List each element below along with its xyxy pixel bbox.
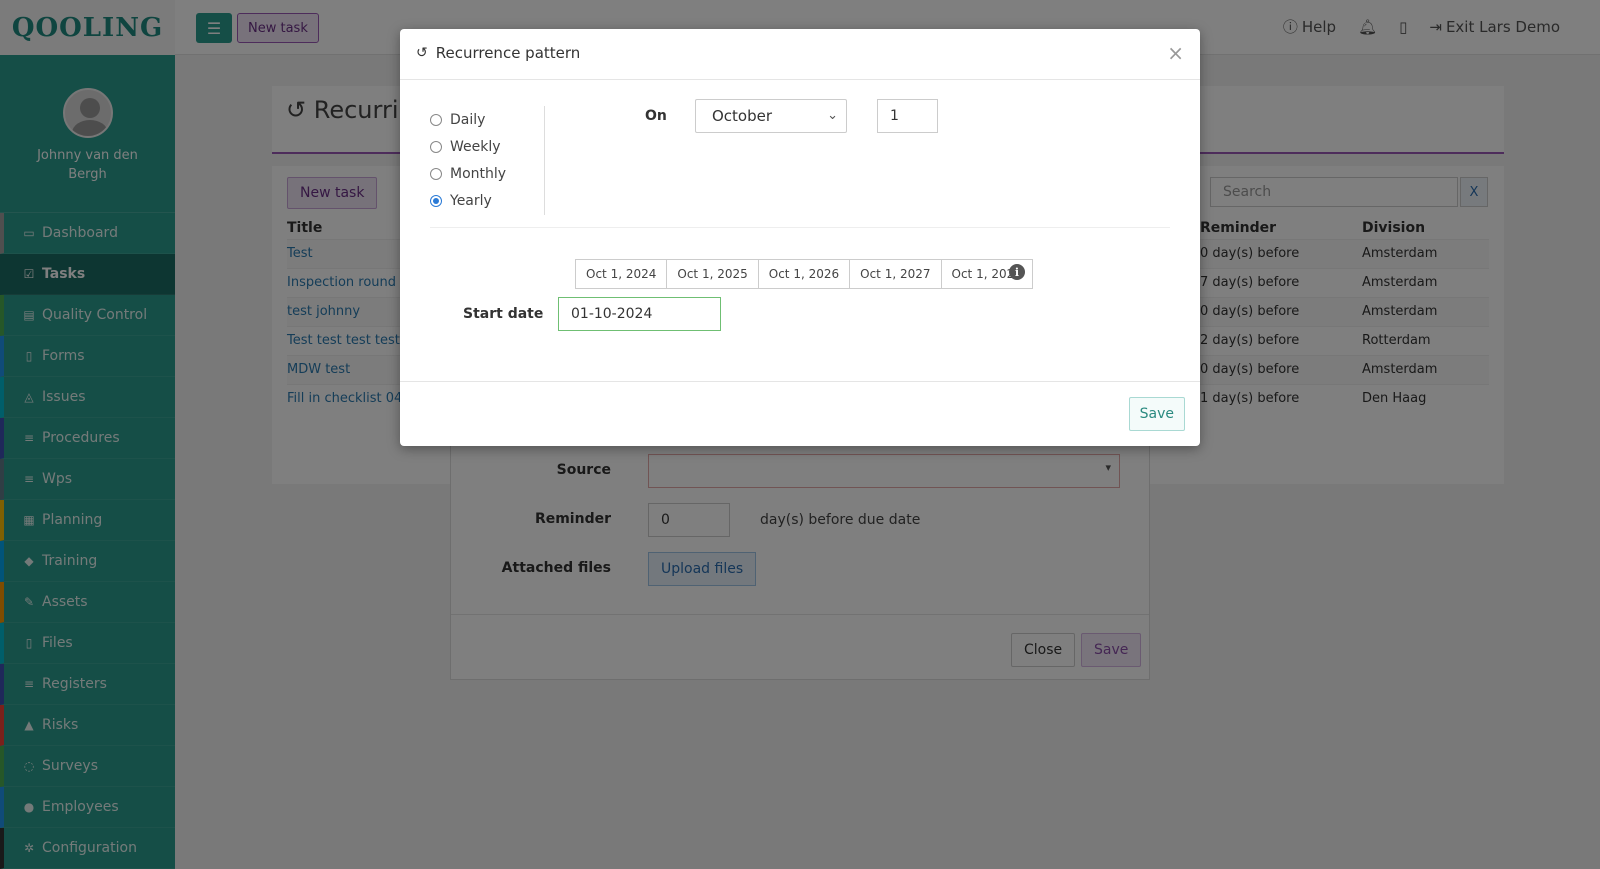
- radio-weekly[interactable]: Weekly: [430, 133, 544, 160]
- radio-circle[interactable]: [430, 113, 442, 126]
- radio-monthly[interactable]: Monthly: [430, 160, 544, 187]
- radio-yearly[interactable]: Yearly: [430, 187, 544, 214]
- start-date-input[interactable]: 01-10-2024: [558, 297, 721, 331]
- on-label: On: [645, 108, 667, 124]
- frequency-radio-group: Daily Weekly Monthly Yearly: [430, 106, 545, 215]
- occurrence-date: Oct 1, 2026: [757, 259, 851, 289]
- recurrence-pattern-modal: ↺ Recurrence pattern × Daily Weekly Monthl…: [400, 29, 1200, 446]
- radio-label: Daily: [450, 111, 486, 128]
- radio-circle[interactable]: [430, 194, 442, 207]
- radio-label: Weekly: [450, 138, 501, 155]
- modal-header: ↺ Recurrence pattern ×: [400, 29, 1200, 80]
- radio-label: Yearly: [450, 192, 492, 209]
- chevron-down-icon: ⌄: [827, 108, 838, 123]
- occurrence-date: Oct 1, 2025: [666, 259, 759, 289]
- radio-label: Monthly: [450, 165, 507, 182]
- month-select[interactable]: October ⌄: [695, 99, 847, 133]
- close-icon[interactable]: ×: [1167, 41, 1184, 65]
- history-icon: ↺: [416, 45, 428, 61]
- occurrence-date: Oct 1, 2027: [849, 259, 942, 289]
- save-button[interactable]: Save: [1128, 397, 1185, 431]
- occurrence-preview-dates: Oct 1, 2024 Oct 1, 2025 Oct 1, 2026 Oct 1, …: [575, 259, 1033, 289]
- radio-circle[interactable]: [430, 140, 442, 153]
- modal-title: ↺ Recurrence pattern: [416, 44, 580, 62]
- occurrence-date: Oct 1, 2024: [575, 259, 668, 289]
- radio-circle[interactable]: [430, 167, 442, 180]
- start-date-label: Start date: [463, 306, 544, 322]
- month-select-value: October: [712, 107, 773, 125]
- modal-title-text: Recurrence pattern: [435, 44, 581, 62]
- modal-footer-divider: [400, 381, 1200, 382]
- day-input[interactable]: 1: [877, 99, 938, 133]
- info-icon[interactable]: i: [1009, 264, 1025, 280]
- radio-daily[interactable]: Daily: [430, 106, 544, 133]
- divider: [430, 227, 1170, 228]
